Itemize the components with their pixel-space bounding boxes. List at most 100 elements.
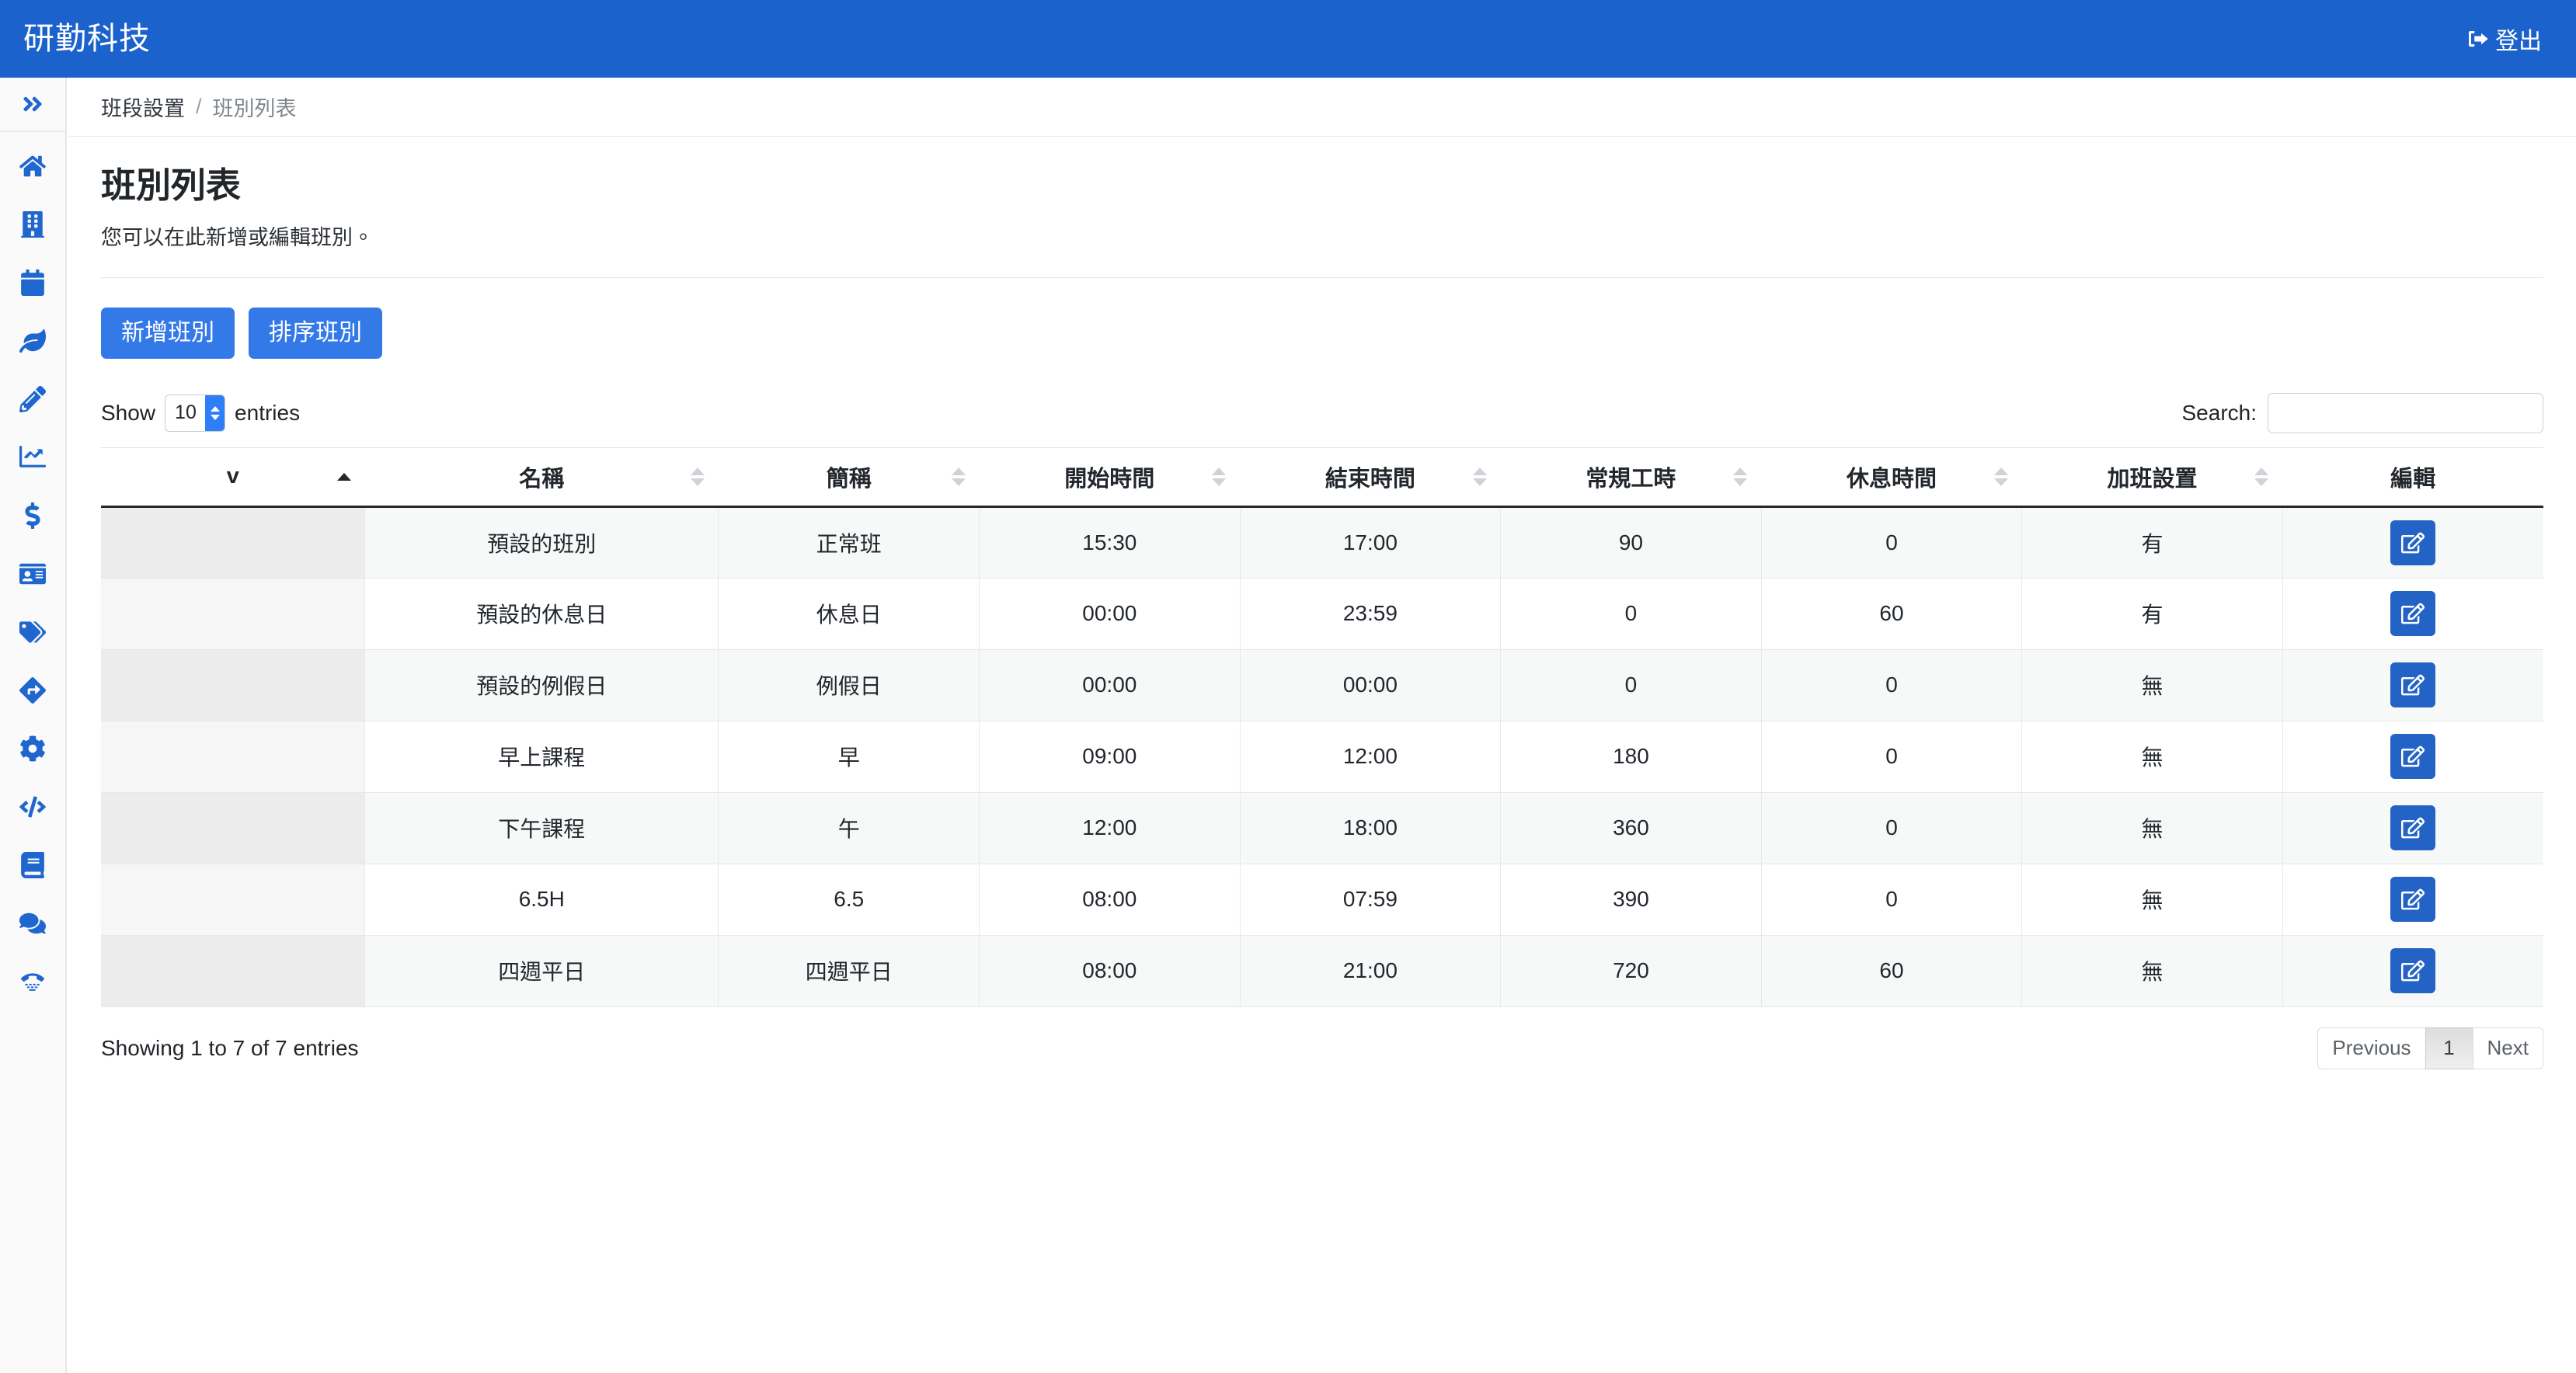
sidebar-item-messages[interactable] [0,894,65,952]
sidebar-item-calendar[interactable] [0,253,65,311]
sidebar-item-settings[interactable] [0,719,65,777]
tags-icon [19,619,46,645]
logout-button[interactable]: 登出 [2466,22,2542,56]
pagination-previous-button[interactable]: Previous [2317,1027,2426,1069]
edit-row-button[interactable] [2390,877,2436,922]
sidebar-toggle-button[interactable] [0,78,65,132]
cell-v [101,721,366,793]
chart-line-icon [19,444,46,471]
breadcrumb: 班段設置 / 班別列表 [68,78,2576,137]
search-control: Search: [2182,392,2543,433]
sidebar-item-manual[interactable] [0,836,65,894]
cell-short-name: 正常班 [718,506,980,579]
cell-work-hours: 390 [1500,864,1762,936]
column-header-start-time[interactable]: 開始時間 [979,447,1241,508]
breadcrumb-separator: / [196,95,202,118]
sidebar-item-home[interactable] [0,137,65,195]
breadcrumb-current: 班別列表 [212,97,297,120]
cell-overtime-setting: 無 [2021,649,2283,721]
cell-edit [2282,864,2543,936]
cell-overtime-setting: 無 [2021,935,2283,1007]
pagination-page-1-button[interactable]: 1 [2425,1027,2473,1069]
pagination-next-button[interactable]: Next [2472,1027,2543,1069]
logout-label: 登出 [2495,29,2542,54]
shift-table: v 名稱 簡稱 開始時間 結束時間 常規工時 休息時間 加班設置 編輯 預設的班… [101,447,2543,1007]
cell-rest-time: 0 [1761,721,2023,793]
table-row: 早上課程早 09:00 12:00 180 0 無 [101,721,2543,793]
table-row: 四週平日 四週平日 08:00 21:00 720 60 無 [101,935,2543,1007]
sidebar-item-company[interactable] [0,195,65,253]
edit-row-button[interactable] [2390,591,2436,636]
sidebar-item-edit[interactable] [0,370,65,428]
add-shift-button[interactable]: 新增班別 [101,308,235,359]
pencil-icon [19,385,46,412]
cell-v [101,864,366,936]
code-icon [19,794,46,820]
column-label: 開始時間 [1064,466,1155,492]
edit-square-icon [2401,602,2425,625]
divider [101,277,2543,278]
table-row: 預設的休息日 休息日 00:00 23:59 0 60 有 [101,578,2543,650]
cell-v [101,578,366,650]
cell-work-hours: 0 [1500,578,1762,650]
building-icon [19,210,46,238]
edit-row-button[interactable] [2390,805,2436,850]
column-header-overtime-setting[interactable]: 加班設置 [2021,447,2283,508]
sidebar-item-reports[interactable] [0,428,65,486]
page-length-select[interactable]: 10 [165,394,226,432]
page-length-value: 10 [175,401,197,423]
cell-short-name: 休息日 [718,578,980,650]
cell-name: 預設的休息日 [364,578,719,650]
edit-row-button[interactable] [2390,734,2436,779]
edit-row-button[interactable] [2390,948,2436,993]
edit-square-icon [2401,745,2425,768]
cell-start-time: 15:30 [979,506,1241,579]
cell-end-time: 18:00 [1240,792,1502,864]
cell-work-hours: 180 [1500,721,1762,793]
sidebar-item-tags[interactable] [0,603,65,661]
column-header-work-hours[interactable]: 常規工時 [1500,447,1762,508]
column-label: 名稱 [519,466,565,492]
edit-row-button[interactable] [2390,520,2436,565]
action-button-row: 新增班別 排序班別 [101,308,2543,359]
column-label: 編輯 [2390,466,2436,492]
sidebar-item-payroll[interactable] [0,486,65,544]
edit-square-icon [2401,959,2425,982]
cell-overtime-setting: 無 [2021,721,2283,793]
column-header-rest-time[interactable]: 休息時間 [1761,447,2022,508]
sidebar-item-contact[interactable] [0,952,65,1010]
column-header-v[interactable]: v [101,447,365,508]
column-header-edit: 編輯 [2282,447,2543,508]
cell-short-name: 例假日 [718,649,980,721]
cell-end-time: 21:00 [1240,935,1502,1007]
column-header-name[interactable]: 名稱 [364,447,719,508]
cell-edit [2282,649,2543,721]
sidebar [0,78,67,1373]
chevron-double-right-icon [21,92,44,116]
table-row: 下午課程午 12:00 18:00 360 0 無 [101,792,2543,864]
edit-row-button[interactable] [2390,662,2436,707]
cell-end-time: 12:00 [1240,721,1502,793]
cell-rest-time: 0 [1761,506,2023,579]
sidebar-item-workflow[interactable] [0,661,65,719]
table-info: Showing 1 to 7 of 7 entries [101,1035,359,1060]
sidebar-item-leave[interactable] [0,311,65,370]
breadcrumb-parent[interactable]: 班段設置 [101,92,185,122]
cell-rest-time: 60 [1761,935,2023,1007]
sort-neutral-icon [690,467,705,486]
sort-shift-button[interactable]: 排序班別 [249,308,382,359]
column-label: 休息時間 [1846,466,1937,492]
cell-rest-time: 0 [1761,864,2023,936]
column-label: 加班設置 [2107,466,2198,492]
sidebar-item-developer[interactable] [0,777,65,836]
column-header-short-name[interactable]: 簡稱 [718,447,980,508]
cell-work-hours: 360 [1500,792,1762,864]
table-footer: Showing 1 to 7 of 7 entries Previous 1 N… [101,1027,2543,1069]
column-header-end-time[interactable]: 結束時間 [1240,447,1501,508]
cell-name: 早上課程 [364,721,719,793]
sidebar-item-employees[interactable] [0,544,65,603]
cell-name: 6.5H [364,864,719,936]
cell-edit [2282,792,2543,864]
search-input[interactable] [2268,392,2543,433]
cell-overtime-setting: 有 [2021,506,2283,579]
